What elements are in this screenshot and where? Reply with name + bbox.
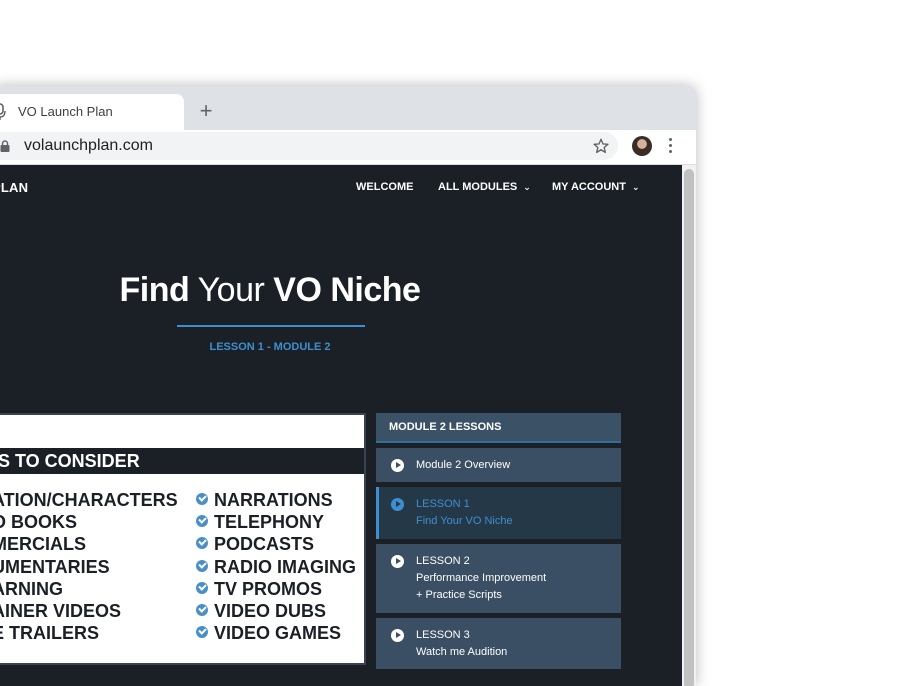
star-icon[interactable] xyxy=(592,137,610,155)
slide-item: ATION/CHARACTERS xyxy=(0,490,178,510)
slide-item: UMENTARIES xyxy=(0,556,110,577)
url-text: volaunchplan.com xyxy=(24,137,153,154)
browser-tab[interactable]: VO Launch Plan xyxy=(0,94,184,130)
title-word-find: Find xyxy=(119,271,190,309)
play-icon xyxy=(391,459,404,472)
lesson-label: LESSON 2 Performance Improvement + Pract… xyxy=(416,553,546,604)
slide-item-label: TV PROMOS xyxy=(214,578,323,599)
title-word-niche: VO Niche xyxy=(273,271,421,309)
nav-all-modules[interactable]: ALL MODULES ⌄ xyxy=(438,181,531,193)
lesson-item-lesson-1[interactable]: LESSON 1 Find Your VO Niche xyxy=(376,487,621,539)
tab-strip: VO Launch Plan + xyxy=(0,86,696,130)
page-viewport: PLAN WELCOME ALL MODULES ⌄ MY ACCOUNT ⌄ Fi… xyxy=(0,165,682,686)
lesson-title: Watch me Audition xyxy=(416,646,508,658)
page-title: Find Your VO Niche xyxy=(0,271,548,310)
slide-item: O BOOKS xyxy=(0,512,78,533)
play-icon xyxy=(391,629,404,642)
slide-item-label: NARRATIONS xyxy=(214,490,333,510)
browser-window: VO Launch Plan + volaunchplan.com PLAN W… xyxy=(0,86,696,686)
lesson-label: LESSON 3 Watch me Audition xyxy=(416,627,507,661)
check-icon xyxy=(196,559,208,572)
mic-icon xyxy=(0,103,6,120)
lesson-number: LESSON 3 xyxy=(416,629,470,641)
lesson-number: LESSON 1 xyxy=(416,498,470,510)
slide-item: TELEPHONY xyxy=(196,511,356,533)
slide-right-column: NARRATIONS TELEPHONY PODCASTS RADIO IMAG… xyxy=(196,489,356,644)
slide-left-column: ATION/CHARACTERS O BOOKS MERCIALS UMENTA… xyxy=(0,489,178,644)
nav-welcome-label: WELCOME xyxy=(356,181,414,193)
lesson-item-lesson-3[interactable]: LESSON 3 Watch me Audition xyxy=(376,618,621,669)
check-icon xyxy=(196,537,208,550)
slide-item-label: VIDEO DUBS xyxy=(214,600,327,621)
check-icon xyxy=(196,515,208,528)
lesson-label: Module 2 Overview xyxy=(416,459,511,471)
slide-item: MERCIALS xyxy=(0,534,86,555)
title-divider xyxy=(177,325,365,327)
lesson-item-overview[interactable]: Module 2 Overview xyxy=(376,448,621,482)
slide-item: E TRAILERS xyxy=(0,623,100,644)
nav-my-account-label: MY ACCOUNT xyxy=(552,181,626,193)
new-tab-button[interactable]: + xyxy=(192,98,220,126)
title-word-your: Your xyxy=(189,271,274,309)
play-icon xyxy=(391,555,404,568)
slide-item-label: RADIO IMAGING xyxy=(214,556,356,577)
nav-welcome[interactable]: WELCOME xyxy=(356,181,413,193)
avatar[interactable] xyxy=(632,136,652,156)
slide-item-label: VIDEO GAMES xyxy=(214,623,342,644)
slide-item-label: TELEPHONY xyxy=(214,512,325,533)
lessons-header: MODULE 2 LESSONS xyxy=(376,413,621,443)
slide-item: PODCASTS xyxy=(196,533,356,555)
lessons-sidebar: MODULE 2 LESSONS Module 2 Overview LESSO… xyxy=(376,413,621,669)
slide-item: VIDEO DUBS xyxy=(196,600,356,622)
lesson-video-slide[interactable]: S TO CONSIDER ATION/CHARACTERS O BOOKS M… xyxy=(0,413,366,665)
lesson-title-extra: + Practice Scripts xyxy=(416,589,502,601)
page-subtitle: LESSON 1 - MODULE 2 xyxy=(209,341,331,353)
lesson-title: Performance Improvement xyxy=(416,572,547,584)
scrollbar-thumb[interactable] xyxy=(684,169,694,686)
lesson-label: LESSON 1 Find Your VO Niche xyxy=(416,496,513,530)
lesson-title: Find Your VO Niche xyxy=(416,515,513,527)
scrollbar[interactable] xyxy=(682,165,696,686)
chevron-down-icon: ⌄ xyxy=(631,182,640,192)
slide-item: RADIO IMAGING xyxy=(196,556,356,578)
tab-title: VO Launch Plan xyxy=(18,104,113,119)
slide-item: NARRATIONS xyxy=(196,489,356,511)
play-icon xyxy=(391,498,404,511)
slide-item: VIDEO GAMES xyxy=(196,622,356,644)
nav-all-modules-label: ALL MODULES xyxy=(438,181,518,193)
chevron-down-icon: ⌄ xyxy=(523,182,531,192)
slide-item-label: PODCASTS xyxy=(214,534,315,555)
check-icon xyxy=(196,626,208,639)
nav-my-account[interactable]: MY ACCOUNT ⌄ xyxy=(552,181,640,193)
menu-icon[interactable] xyxy=(668,138,674,154)
check-icon xyxy=(196,493,208,505)
site-logo[interactable]: PLAN xyxy=(0,180,28,195)
slide-heading: S TO CONSIDER xyxy=(0,448,364,474)
check-icon xyxy=(196,603,208,616)
browser-toolbar: volaunchplan.com xyxy=(0,130,696,165)
lesson-item-lesson-2[interactable]: LESSON 2 Performance Improvement + Pract… xyxy=(376,544,621,613)
slide-item: TV PROMOS xyxy=(196,578,356,600)
slide-item: ARNING xyxy=(0,578,63,599)
slide-item: AINER VIDEOS xyxy=(0,600,122,621)
check-icon xyxy=(196,581,208,594)
lock-icon xyxy=(0,140,10,152)
lesson-number: LESSON 2 xyxy=(416,555,470,567)
address-bar[interactable]: volaunchplan.com xyxy=(0,132,618,160)
